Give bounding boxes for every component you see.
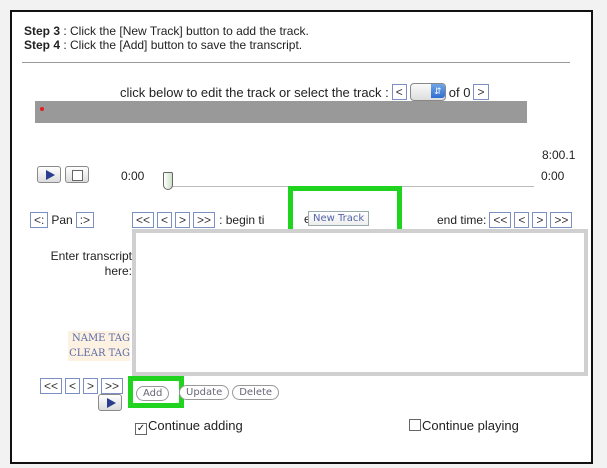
continue-playing-label: Continue playing (422, 418, 519, 433)
track-prev-button[interactable]: < (391, 84, 407, 100)
highlight-add (128, 376, 184, 408)
transcript-label: Enter transcript here: (50, 249, 132, 278)
name-tag-link[interactable]: NAME TAG (68, 331, 130, 346)
track-dropdown[interactable]: ⇵ (409, 83, 446, 101)
current-time: 0:00 (121, 169, 145, 183)
timeline-marker (40, 107, 44, 111)
edit-buttons: Update Delete (179, 385, 280, 400)
play-button[interactable] (37, 166, 61, 183)
tag-links: NAME TAG CLEAR TAG (68, 331, 130, 361)
end-first-button[interactable]: << (489, 212, 512, 228)
step-4: Step 4 : Click the [Add] button to save … (24, 38, 309, 52)
track-select-prompt: click below to edit the track or select … (120, 84, 389, 100)
play-icon (46, 170, 55, 180)
begin-next-button[interactable]: > (175, 212, 191, 228)
track-timeline[interactable] (35, 101, 527, 123)
playback-slider-handle[interactable] (163, 172, 173, 190)
transcript-prev-button[interactable]: < (65, 378, 81, 394)
step-3-label: Step 3 (24, 24, 61, 38)
end-time-readout: 0:00 (541, 169, 565, 183)
continue-adding-checkbox[interactable]: ✓ (135, 423, 147, 435)
delete-button[interactable]: Delete (232, 385, 280, 400)
pan-label: Pan (51, 213, 73, 227)
track-next-button[interactable]: > (473, 84, 489, 100)
step-3: Step 3 : Click the [New Track] button to… (24, 24, 309, 38)
transcript-play-button[interactable] (98, 394, 122, 411)
continue-playing-checkbox[interactable] (409, 419, 421, 431)
continue-adding-option[interactable]: ✓ Continue adding (135, 418, 243, 435)
stop-icon (71, 170, 83, 181)
pan-controls: <: Pan :> (30, 212, 95, 228)
end-next-button[interactable]: > (532, 212, 548, 228)
pan-left-button[interactable]: <: (30, 212, 49, 228)
stop-button[interactable] (65, 166, 89, 183)
end-time-controls: end time: << < > >> (437, 212, 573, 228)
duration-label: 8:00.1 (542, 148, 576, 162)
continue-playing-option[interactable]: Continue playing (409, 418, 519, 433)
update-button[interactable]: Update (179, 385, 230, 400)
transcript-next-button[interactable]: > (83, 378, 99, 394)
transcript-first-button[interactable]: << (40, 378, 63, 394)
transcript-editor-panel: Step 3 : Click the [New Track] button to… (10, 10, 593, 464)
begin-last-button[interactable]: >> (193, 212, 216, 228)
track-count: of 0 (448, 84, 471, 100)
clear-tag-link[interactable]: CLEAR TAG (68, 346, 130, 361)
end-prev-button[interactable]: < (514, 212, 530, 228)
end-last-button[interactable]: >> (550, 212, 573, 228)
transcript-textarea[interactable] (132, 229, 588, 376)
end-time-label: end time: (437, 213, 487, 227)
begin-first-button[interactable]: << (132, 212, 155, 228)
transcript-last-button[interactable]: >> (101, 378, 124, 394)
track-selector: click below to edit the track or select … (120, 83, 489, 101)
step-4-label: Step 4 (24, 38, 61, 52)
divider (22, 62, 570, 63)
play-icon (107, 398, 116, 408)
step-3-text: : Click the [New Track] button to add th… (60, 24, 309, 38)
continue-adding-label: Continue adding (148, 418, 243, 433)
step-4-text: : Click the [Add] button to save the tra… (60, 38, 303, 52)
begin-time-controls: << < > >> : begin ti (132, 212, 264, 228)
begin-prev-button[interactable]: < (157, 212, 173, 228)
begin-time-label: : begin ti (219, 213, 265, 227)
transcript-nav: << < > >> (40, 378, 124, 394)
updown-icon: ⇵ (430, 84, 445, 98)
pan-right-button[interactable]: :> (75, 212, 95, 228)
instructions: Step 3 : Click the [New Track] button to… (24, 24, 309, 52)
